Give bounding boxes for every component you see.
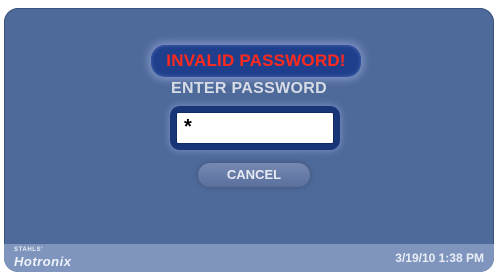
error-message: INVALID PASSWORD! — [166, 51, 346, 70]
password-field-frame: * — [170, 106, 340, 150]
cancel-button[interactable]: CANCEL — [198, 163, 310, 187]
brand-small-text: STAHLS' — [14, 247, 44, 253]
password-input[interactable]: * — [176, 112, 334, 144]
error-badge: INVALID PASSWORD! — [151, 45, 361, 77]
password-prompt: ENTER PASSWORD — [171, 80, 327, 97]
brand-logo: STAHLS' Hotronix — [12, 245, 122, 271]
status-bar: STAHLS' Hotronix 3/19/10 1:38 PM — [4, 244, 494, 272]
brand-main-text: Hotronix — [14, 254, 72, 269]
password-value: * — [184, 116, 192, 138]
cancel-button-label: CANCEL — [226, 167, 282, 182]
date-time: 3/19/10 1:38 PM — [395, 251, 484, 265]
password-dialog-panel: INVALID PASSWORD! ENTER PASSWORD * CANCE… — [4, 8, 494, 272]
